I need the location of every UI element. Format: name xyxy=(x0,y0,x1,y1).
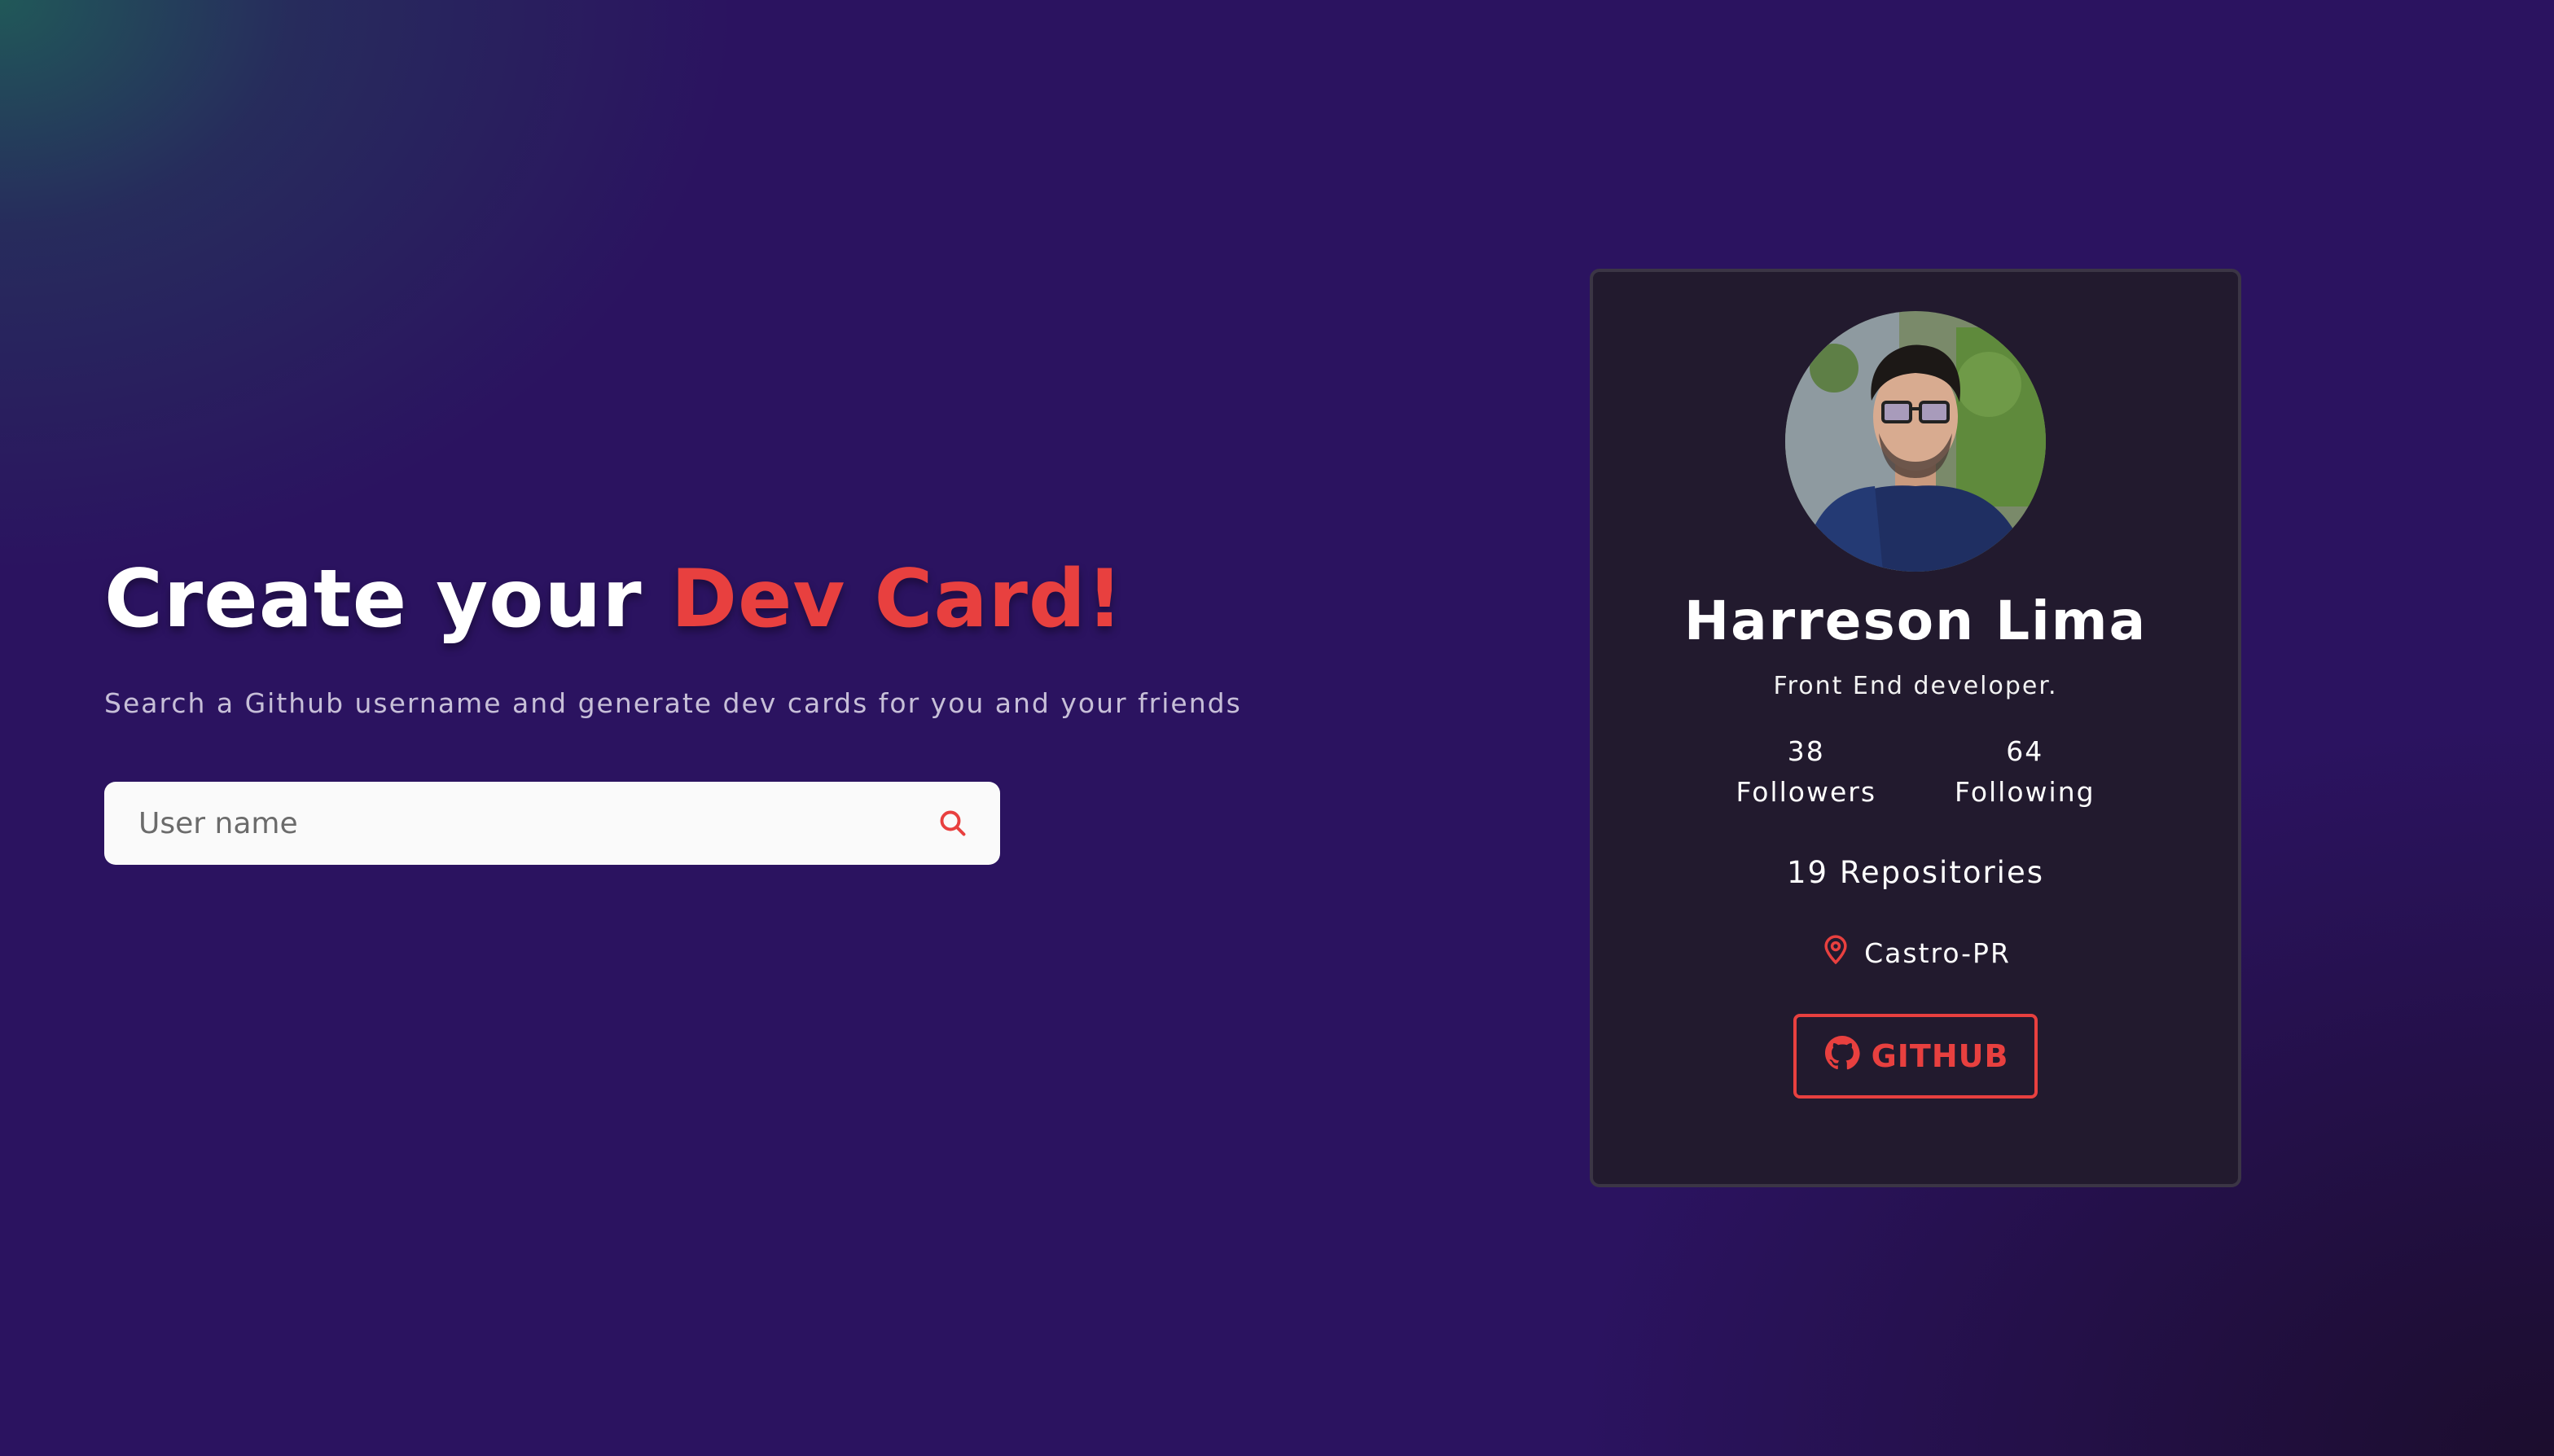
avatar xyxy=(1785,311,2046,572)
location-text: Castro-PR xyxy=(1864,936,2011,969)
hero: Create your Dev Card! Search a Github us… xyxy=(104,550,1407,719)
followers-stat: 38 Followers xyxy=(1736,731,1876,813)
following-label: Following xyxy=(1955,776,2095,808)
github-icon xyxy=(1823,1033,1862,1080)
search-bar xyxy=(104,782,1000,865)
card-name: Harreson Lima xyxy=(1683,590,2148,652)
github-button[interactable]: GITHUB xyxy=(1793,1014,2038,1099)
card-bio: Front End developer. xyxy=(1773,672,2058,700)
github-label: GITHUB xyxy=(1871,1038,2009,1074)
search-icon[interactable] xyxy=(930,800,976,846)
title-plain: Create your xyxy=(104,553,671,646)
page-title: Create your Dev Card! xyxy=(104,550,1407,648)
following-count: 64 xyxy=(2006,735,2044,767)
following-stat: 64 Following xyxy=(1955,731,2095,813)
followers-count: 38 xyxy=(1787,735,1825,767)
location: Castro-PR xyxy=(1820,932,2011,973)
followers-label: Followers xyxy=(1736,776,1877,808)
map-pin-icon xyxy=(1820,932,1851,973)
title-accent: Dev Card! xyxy=(670,553,1124,646)
page-subtitle: Search a Github username and generate de… xyxy=(104,687,1242,719)
repositories-count: 19 Repositories xyxy=(1786,855,2044,890)
stats: 38 Followers 64 Following xyxy=(1736,731,2095,813)
search-input[interactable] xyxy=(138,806,930,840)
dev-card: Harreson Lima Front End developer. 38 Fo… xyxy=(1590,269,2241,1187)
